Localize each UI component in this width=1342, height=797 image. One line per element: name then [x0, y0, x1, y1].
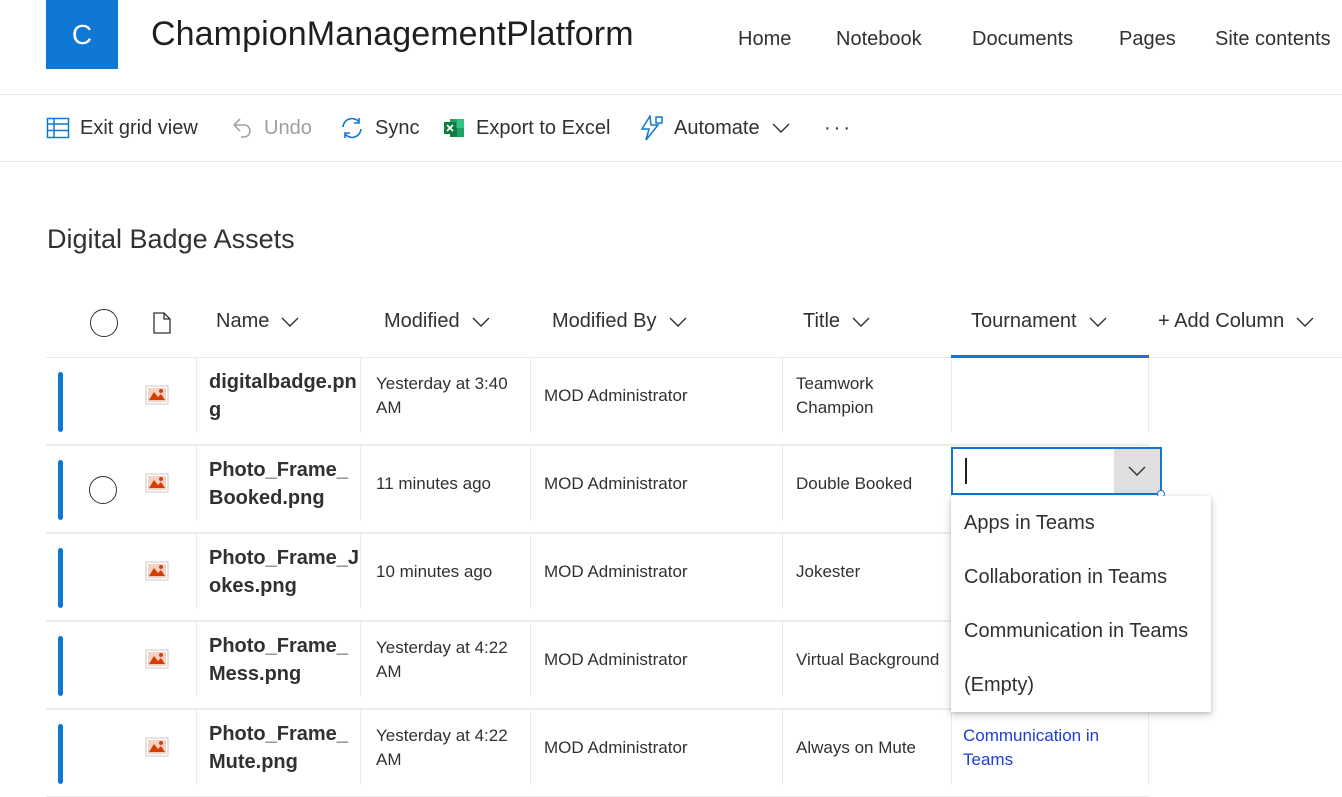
add-column-button[interactable]: + Add Column [1158, 310, 1314, 333]
cell-modified-by[interactable]: MOD Administrator [530, 446, 782, 521]
file-type-icon[interactable] [152, 312, 172, 334]
column-name-label: Name [216, 310, 270, 332]
tournament-dropdown-list: Apps in Teams Collaboration in Teams Com… [951, 496, 1211, 712]
dropdown-option-empty[interactable]: (Empty) [951, 658, 1211, 712]
column-modified-label: Modified [384, 310, 460, 332]
cell-modified-by[interactable]: MOD Administrator [530, 358, 782, 433]
row-indicator [58, 460, 63, 520]
add-column-label: + Add Column [1158, 310, 1285, 332]
undo-icon [233, 118, 251, 138]
sync-button[interactable]: Sync [339, 113, 419, 143]
nav-site-contents[interactable]: Site contents [1215, 28, 1331, 51]
image-file-icon [145, 649, 169, 669]
cell-name[interactable]: digitalbadge.png [196, 358, 360, 433]
undo-label: Undo [264, 116, 312, 139]
nav-notebook[interactable]: Notebook [836, 28, 922, 51]
cell-tournament[interactable] [951, 358, 1149, 433]
nav-documents[interactable]: Documents [972, 28, 1073, 51]
table-row[interactable]: Photo_Frame_Mute.png Yesterday at 4:22 A… [46, 710, 1149, 797]
cell-name[interactable]: Photo_Frame_Jokes.png [196, 534, 360, 609]
cell-title[interactable]: Virtual Background [782, 622, 951, 697]
column-header-title[interactable]: Title [803, 310, 870, 333]
list-title: Digital Badge Assets [47, 224, 295, 254]
exit-grid-view-button[interactable]: Exit grid view [46, 113, 198, 143]
row-select-checkbox[interactable] [89, 476, 117, 504]
column-header-modified[interactable]: Modified [384, 310, 490, 333]
combobox-dropdown-button[interactable] [1114, 449, 1160, 493]
chevron-down-icon [1128, 466, 1146, 476]
chevron-down-icon [772, 123, 790, 133]
chevron-down-icon [852, 317, 870, 327]
dropdown-option-collaboration-in-teams[interactable]: Collaboration in Teams [951, 550, 1211, 604]
export-to-excel-label: Export to Excel [476, 116, 611, 139]
cell-title[interactable]: Jokester [782, 534, 951, 609]
table-row[interactable]: digitalbadge.png Yesterday at 3:40 AM MO… [46, 358, 1149, 446]
cell-name[interactable]: Photo_Frame_Mute.png [196, 710, 360, 785]
cell-modified[interactable]: Yesterday at 4:22 AM [360, 622, 530, 697]
nav-pages[interactable]: Pages [1119, 28, 1176, 51]
cell-name[interactable]: Photo_Frame_Mess.png [196, 622, 360, 697]
column-title-label: Title [803, 310, 841, 332]
cell-title[interactable]: Double Booked [782, 446, 951, 521]
row-indicator [58, 372, 63, 432]
dropdown-option-apps-in-teams[interactable]: Apps in Teams [951, 496, 1211, 550]
dropdown-option-communication-in-teams[interactable]: Communication in Teams [951, 604, 1211, 658]
image-file-icon [145, 473, 169, 493]
cell-modified-by[interactable]: MOD Administrator [530, 622, 782, 697]
select-all-checkbox[interactable] [90, 309, 118, 337]
column-header-name[interactable]: Name [216, 310, 299, 333]
site-logo[interactable]: C [46, 0, 118, 69]
undo-button[interactable]: Undo [230, 113, 312, 143]
sync-icon [342, 117, 362, 139]
row-indicator [58, 548, 63, 608]
cell-modified[interactable]: 11 minutes ago [360, 446, 530, 521]
row-indicator [58, 636, 63, 696]
more-options-button[interactable]: ··· [824, 113, 853, 143]
image-file-icon [145, 561, 169, 581]
chevron-down-icon [1089, 317, 1107, 327]
grid-icon [46, 117, 70, 139]
column-header-tournament[interactable]: Tournament [971, 310, 1107, 333]
cell-name[interactable]: Photo_Frame_Booked.png [196, 446, 360, 521]
column-header-modified-by[interactable]: Modified By [552, 310, 687, 333]
cell-modified-by[interactable]: MOD Administrator [530, 534, 782, 609]
cell-title[interactable]: Always on Mute [782, 710, 951, 785]
chevron-down-icon [472, 317, 490, 327]
sync-label: Sync [375, 116, 420, 139]
excel-icon [444, 119, 464, 137]
row-indicator [58, 724, 63, 784]
column-tournament-label: Tournament [971, 310, 1077, 332]
automate-label: Automate [674, 116, 760, 139]
automate-menu-button[interactable]: Automate [638, 113, 790, 143]
cell-tournament[interactable]: Communication in Teams [951, 710, 1149, 785]
exit-grid-view-label: Exit grid view [80, 116, 198, 139]
export-to-excel-button[interactable]: Export to Excel [442, 113, 611, 143]
text-caret [965, 458, 967, 484]
tournament-combobox[interactable] [951, 447, 1165, 498]
cell-modified[interactable]: 10 minutes ago [360, 534, 530, 609]
nav-home[interactable]: Home [738, 28, 791, 51]
cell-modified-by[interactable]: MOD Administrator [530, 710, 782, 785]
site-title[interactable]: ChampionManagementPlatform [151, 15, 634, 54]
chevron-down-icon [1296, 317, 1314, 327]
chevron-down-icon [281, 317, 299, 327]
command-bar: Exit grid view Undo Sync Export to Excel… [0, 95, 1342, 162]
cell-modified[interactable]: Yesterday at 4:22 AM [360, 710, 530, 785]
chevron-down-icon [669, 317, 686, 327]
automate-icon [640, 115, 663, 141]
column-modified-by-label: Modified By [552, 310, 657, 332]
image-file-icon [145, 737, 169, 757]
tournament-link[interactable]: Communication in Teams [963, 724, 1148, 772]
cell-modified[interactable]: Yesterday at 3:40 AM [360, 358, 530, 433]
cell-title[interactable]: Teamwork Champion [782, 358, 951, 433]
site-header: C ChampionManagementPlatform Home Notebo… [0, 0, 1342, 95]
image-file-icon [145, 385, 169, 405]
